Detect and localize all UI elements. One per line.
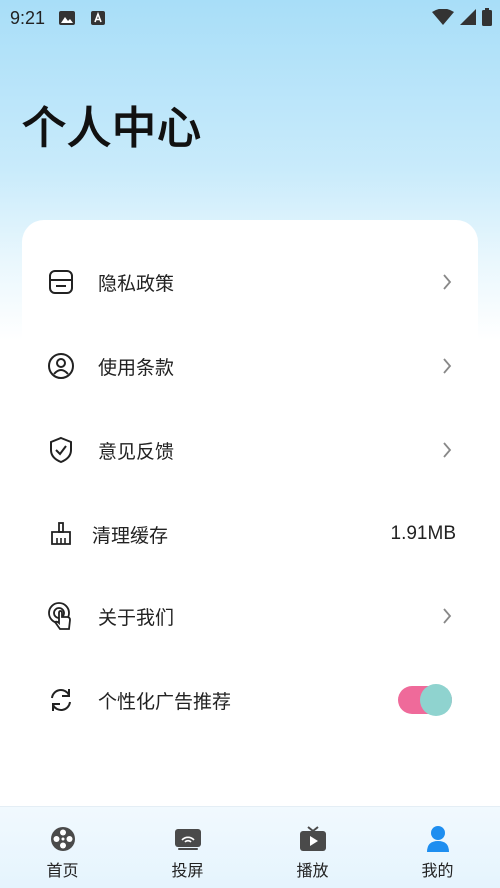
page-title: 个人中心 xyxy=(22,103,202,154)
toggle-knob xyxy=(420,684,452,716)
tab-home[interactable]: 首页 xyxy=(0,807,125,888)
cast-screen-icon xyxy=(174,825,202,853)
touch-hand-icon xyxy=(46,601,76,631)
chevron-right-icon xyxy=(440,356,454,376)
tab-cast[interactable]: 投屏 xyxy=(125,807,250,888)
status-time: 9:21 xyxy=(10,7,46,28)
tab-label: 我的 xyxy=(421,861,454,880)
menu-item-label: 意见反馈 xyxy=(98,440,175,463)
battery-icon xyxy=(482,8,492,30)
tab-label: 投屏 xyxy=(171,861,204,880)
chevron-right-icon xyxy=(440,606,454,626)
broom-icon xyxy=(46,519,76,549)
user-circle-icon xyxy=(46,351,76,381)
personalized-ads-toggle[interactable] xyxy=(398,684,452,716)
wifi-icon xyxy=(432,8,454,29)
privacy-document-icon xyxy=(46,267,76,297)
menu-item-privacy-policy[interactable]: 隐私政策 xyxy=(22,252,478,312)
menu-item-label: 个性化广告推荐 xyxy=(98,690,232,713)
tab-mine[interactable]: 我的 xyxy=(375,807,500,888)
signal-icon xyxy=(460,9,476,29)
menu-item-personalized-ads: 个性化广告推荐 xyxy=(22,670,478,730)
bottom-tab-bar: 首页 投屏 播放 我的 xyxy=(0,806,500,888)
menu-item-label: 清理缓存 xyxy=(92,524,169,547)
status-bar: 9:21 xyxy=(0,0,500,36)
tab-play[interactable]: 播放 xyxy=(250,807,375,888)
shield-check-icon xyxy=(46,435,76,465)
menu-item-feedback[interactable]: 意见反馈 xyxy=(22,420,478,480)
font-a-icon xyxy=(91,10,109,26)
chevron-right-icon xyxy=(440,440,454,460)
menu-item-clear-cache[interactable]: 清理缓存 1.91MB xyxy=(22,504,478,564)
menu-item-about-us[interactable]: 关于我们 xyxy=(22,586,478,646)
tv-play-icon xyxy=(299,825,327,853)
settings-card: 隐私政策 使用条款 意见反馈 清理缓存 1.91MB 关于我们 个性化广告推荐 xyxy=(22,220,478,780)
tab-label: 播放 xyxy=(296,861,329,880)
cache-size-value: 1.91MB xyxy=(390,523,456,544)
film-reel-icon xyxy=(49,825,77,853)
menu-item-label: 隐私政策 xyxy=(98,272,175,295)
chevron-right-icon xyxy=(440,272,454,292)
tab-label: 首页 xyxy=(46,861,79,880)
menu-item-terms-of-use[interactable]: 使用条款 xyxy=(22,336,478,396)
gallery-icon xyxy=(59,10,77,26)
menu-item-label: 使用条款 xyxy=(98,356,175,379)
person-icon xyxy=(424,825,452,853)
refresh-icon xyxy=(46,685,76,715)
menu-item-label: 关于我们 xyxy=(98,606,175,629)
